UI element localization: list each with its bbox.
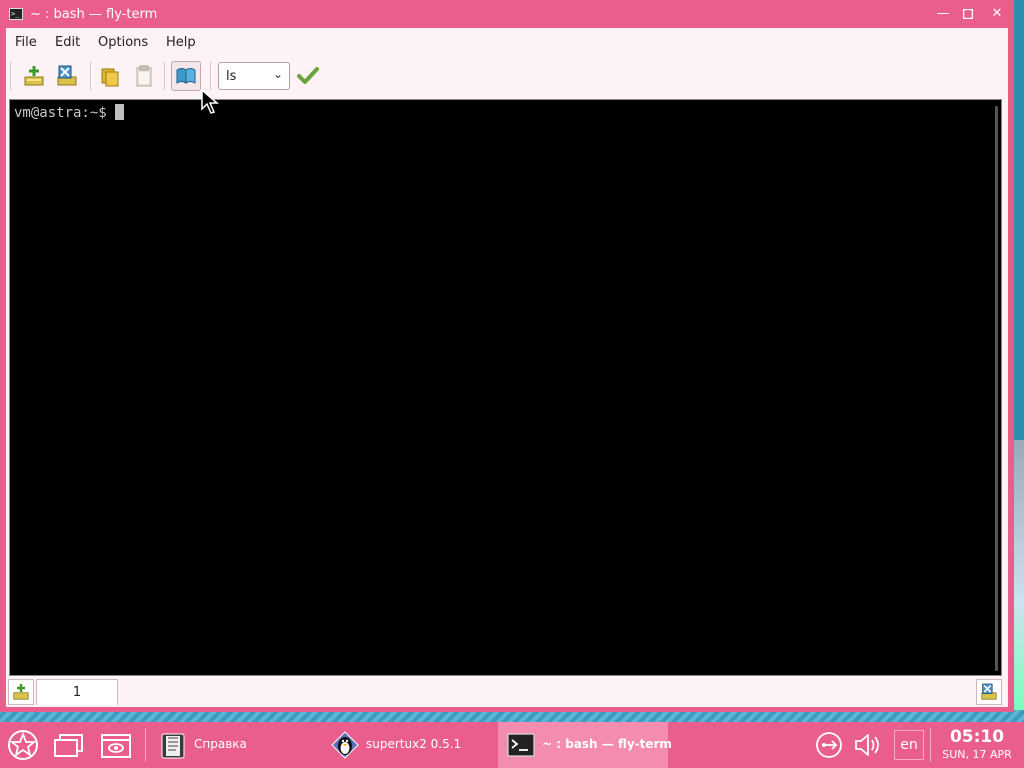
help-book-icon [161,733,185,759]
checkmark-icon [297,67,319,84]
desktop-background-edge [1014,440,1024,710]
close-tab-button[interactable] [52,61,82,91]
task-label: ~ : bash — fly-term [542,737,672,751]
mouse-pointer-icon [201,89,219,114]
menubar: File Edit Options Help [6,28,1008,56]
new-tab-button[interactable] [19,61,49,91]
taskbar-separator [930,728,931,762]
window-title: ~ : bash — fly-term [30,7,158,22]
terminal-output[interactable]: vm@astra:~$ [9,99,1002,676]
terminal-prompt: vm@astra:~$ [14,104,125,121]
minimize-icon[interactable]: — [934,5,952,23]
window-client-area: File Edit Options Help ls ⌄ vm@astra:~$ … [6,28,1008,707]
paste-icon [136,65,152,87]
session-tab[interactable]: 1 [36,679,118,705]
task-help[interactable]: Справка [150,722,320,768]
terminal-scrollbar[interactable] [995,106,998,671]
toolbar-separator [164,62,166,90]
terminal-icon [507,733,535,757]
text-cursor [115,104,125,120]
book-icon [176,68,196,84]
terminal-icon: >_ [9,8,23,20]
prompt-text: vm@astra:~$ [14,105,116,121]
toolbar [6,56,1008,96]
window-titlebar[interactable]: >_ ~ : bash — fly-term — ✕ [0,0,1014,28]
clock-time[interactable]: 05:10 [940,727,1014,747]
toolbar-separator [90,62,92,90]
clock-date[interactable]: SUN, 17 APR [936,748,1018,761]
command-combo[interactable]: ls ⌄ [218,62,290,90]
new-tab-icon [24,66,44,86]
task-label: Справка [194,737,247,751]
copy-button[interactable] [95,61,125,91]
keyboard-layout-indicator[interactable]: en [894,730,924,760]
task-fly-term[interactable]: ~ : bash — fly-term [498,722,672,768]
network-icon[interactable] [814,730,844,760]
menu-options[interactable]: Options [98,35,148,50]
start-menu-button[interactable] [6,728,40,762]
show-desktop-button[interactable] [99,728,133,762]
toolbar-separator [10,62,12,90]
switch-windows-button[interactable] [52,728,86,762]
paste-button[interactable] [129,61,159,91]
run-command-button[interactable] [293,61,323,91]
fly-term-window: >_ ~ : bash — fly-term — ✕ File Edit Opt… [0,0,1014,712]
command-combo-value: ls [226,69,237,84]
menu-file[interactable]: File [15,35,37,50]
session-tabbar: 1 [6,678,1008,706]
windows-icon [54,734,83,757]
close-tab-icon [57,65,77,86]
close-icon[interactable]: ✕ [988,5,1006,23]
taskbar-separator [145,728,146,762]
task-supertux[interactable]: supertux2 0.5.1 [322,722,496,768]
volume-icon[interactable] [852,730,882,760]
show-desktop-icon [101,734,131,758]
menu-help[interactable]: Help [166,35,196,50]
tabbar-close-tab-button[interactable] [976,679,1002,705]
penguin-icon [331,731,359,759]
close-tab-icon [981,683,997,700]
toolbar-separator [210,62,212,90]
chevron-down-icon: ⌄ [272,67,283,81]
copy-icon [101,68,119,87]
start-menu-icon [8,730,38,760]
new-tab-icon [13,684,29,700]
task-label: supertux2 0.5.1 [366,737,462,751]
tabbar-new-tab-button[interactable] [8,679,34,705]
manual-button[interactable] [171,61,201,91]
menu-edit[interactable]: Edit [55,35,80,50]
maximize-icon[interactable] [959,5,977,23]
taskbar: Справка supertux2 0.5.1 ~ : bash — fly-t… [0,722,1024,768]
